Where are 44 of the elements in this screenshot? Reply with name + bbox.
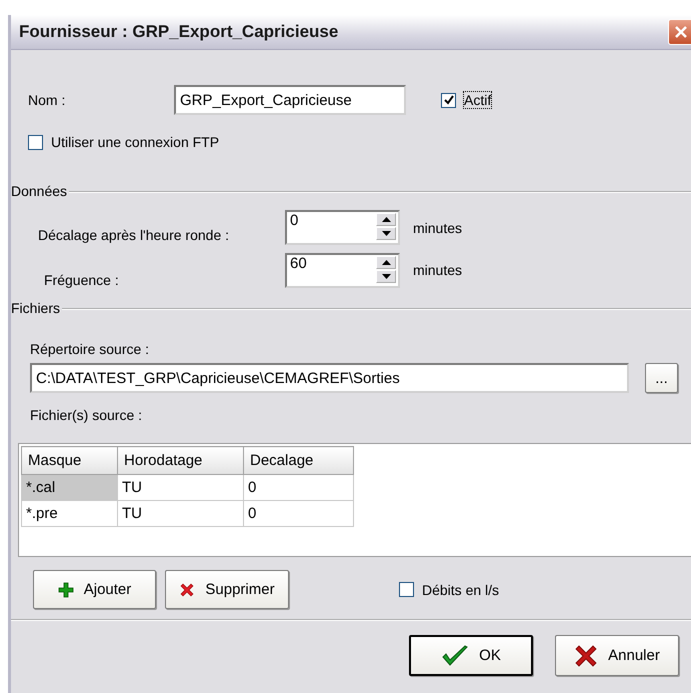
table-cell[interactable]: TU [118, 500, 244, 526]
close-button[interactable] [668, 19, 691, 45]
table-cell[interactable]: *.pre [22, 500, 118, 526]
cross-icon [574, 644, 598, 668]
window-title: Fournisseur : GRP_Export_Capricieuse [19, 22, 338, 42]
column-header[interactable]: Masque [22, 446, 118, 474]
spin-field[interactable]: 60 [285, 252, 400, 288]
checkbox-label: Utiliser une connexion FTP [51, 134, 220, 150]
plus-icon [58, 582, 74, 598]
ok-button[interactable]: OK [409, 635, 533, 676]
table-cell[interactable]: 0 [244, 500, 354, 526]
group-title: Fichiers [11, 300, 62, 316]
up-arrow-icon[interactable] [382, 217, 390, 222]
table-cell[interactable]: TU [118, 474, 244, 500]
checkbox-label: Débits en l/s [422, 582, 500, 598]
add-button[interactable]: Ajouter [33, 570, 156, 609]
browse-button[interactable]: ... [645, 363, 678, 393]
checkbox-label: Actif [464, 92, 492, 108]
field-label: Fréguence : [44, 271, 120, 288]
delete-button[interactable]: Supprimer [165, 570, 289, 609]
down-arrow-icon[interactable] [382, 231, 390, 236]
active-checkbox[interactable] [441, 92, 456, 108]
cross-icon [179, 582, 196, 598]
unit-label: minutes [413, 262, 462, 278]
checkmark-icon [441, 644, 470, 668]
field-label: Nom : [28, 92, 66, 108]
flow-units-checkbox[interactable] [399, 582, 414, 597]
field-label: Décalage après l'heure ronde : [38, 226, 230, 242]
name-field[interactable]: GRP_Export_Capricieuse [174, 85, 406, 115]
field-label: Répertoire source : [30, 341, 150, 357]
cancel-button[interactable]: Annuler [555, 635, 679, 676]
unit-label: minutes [413, 220, 462, 236]
ftp-checkbox[interactable] [28, 134, 43, 150]
column-header[interactable]: Horodatage [118, 446, 244, 474]
close-icon [673, 24, 689, 40]
table-cell[interactable]: *.cal [22, 474, 118, 500]
group-title: Données [11, 183, 70, 199]
table-cell[interactable]: 0 [244, 474, 354, 500]
column-header[interactable]: Decalage [244, 446, 354, 474]
path-field[interactable]: C:\DATA\TEST_GRP\Capricieuse\CEMAGREF\Sorties [30, 363, 629, 393]
field-label: Fichier(s) source : [30, 407, 142, 423]
up-arrow-icon[interactable] [382, 260, 390, 264]
down-arrow-icon[interactable] [382, 274, 390, 278]
spin-field[interactable]: 0 [285, 210, 400, 245]
